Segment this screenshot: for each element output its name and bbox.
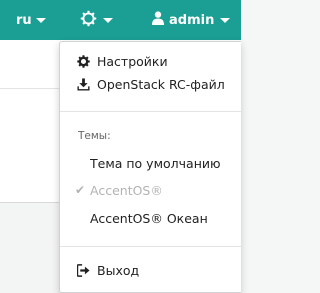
download-icon — [77, 77, 91, 91]
user-icon — [152, 11, 164, 29]
theme-option-accentos: AccentOS® — [90, 179, 163, 201]
sign-out-icon — [77, 263, 91, 277]
user-dropdown[interactable]: admin — [152, 0, 231, 40]
username-label: admin — [169, 12, 215, 28]
caret-down-icon — [35, 17, 46, 23]
menu-item-label: OpenStack RC-файл — [97, 76, 225, 92]
menu-divider — [60, 246, 241, 247]
gear-icon — [80, 10, 97, 31]
menu-item-label: Настройки — [97, 53, 168, 69]
theme-option-default[interactable]: Тема по умолчанию — [90, 152, 221, 174]
menu-item-settings[interactable]: Настройки — [60, 50, 241, 72]
settings-dropdown[interactable] — [80, 0, 113, 40]
themes-header: Темы: — [78, 130, 111, 142]
checkmark-icon: ✔ — [75, 183, 86, 197]
menu-item-label: Выход — [97, 262, 140, 278]
language-dropdown[interactable]: ru — [16, 0, 46, 40]
user-dropdown-menu: Настройки OpenStack RC-файл Темы: Тема п… — [59, 41, 241, 293]
theme-label: AccentOS® Океан — [90, 210, 208, 226]
language-label: ru — [16, 12, 32, 28]
theme-option-accentos-ocean[interactable]: AccentOS® Океан — [90, 207, 208, 229]
theme-label: Тема по умолчанию — [90, 155, 221, 171]
logout-button[interactable]: Выход — [60, 259, 241, 281]
menu-divider — [60, 111, 241, 112]
gear-icon — [77, 54, 91, 68]
caret-down-icon — [103, 17, 113, 23]
caret-down-icon — [220, 17, 231, 23]
menu-item-openstack-rc[interactable]: OpenStack RC-файл — [60, 73, 241, 95]
theme-label: AccentOS® — [90, 182, 163, 198]
